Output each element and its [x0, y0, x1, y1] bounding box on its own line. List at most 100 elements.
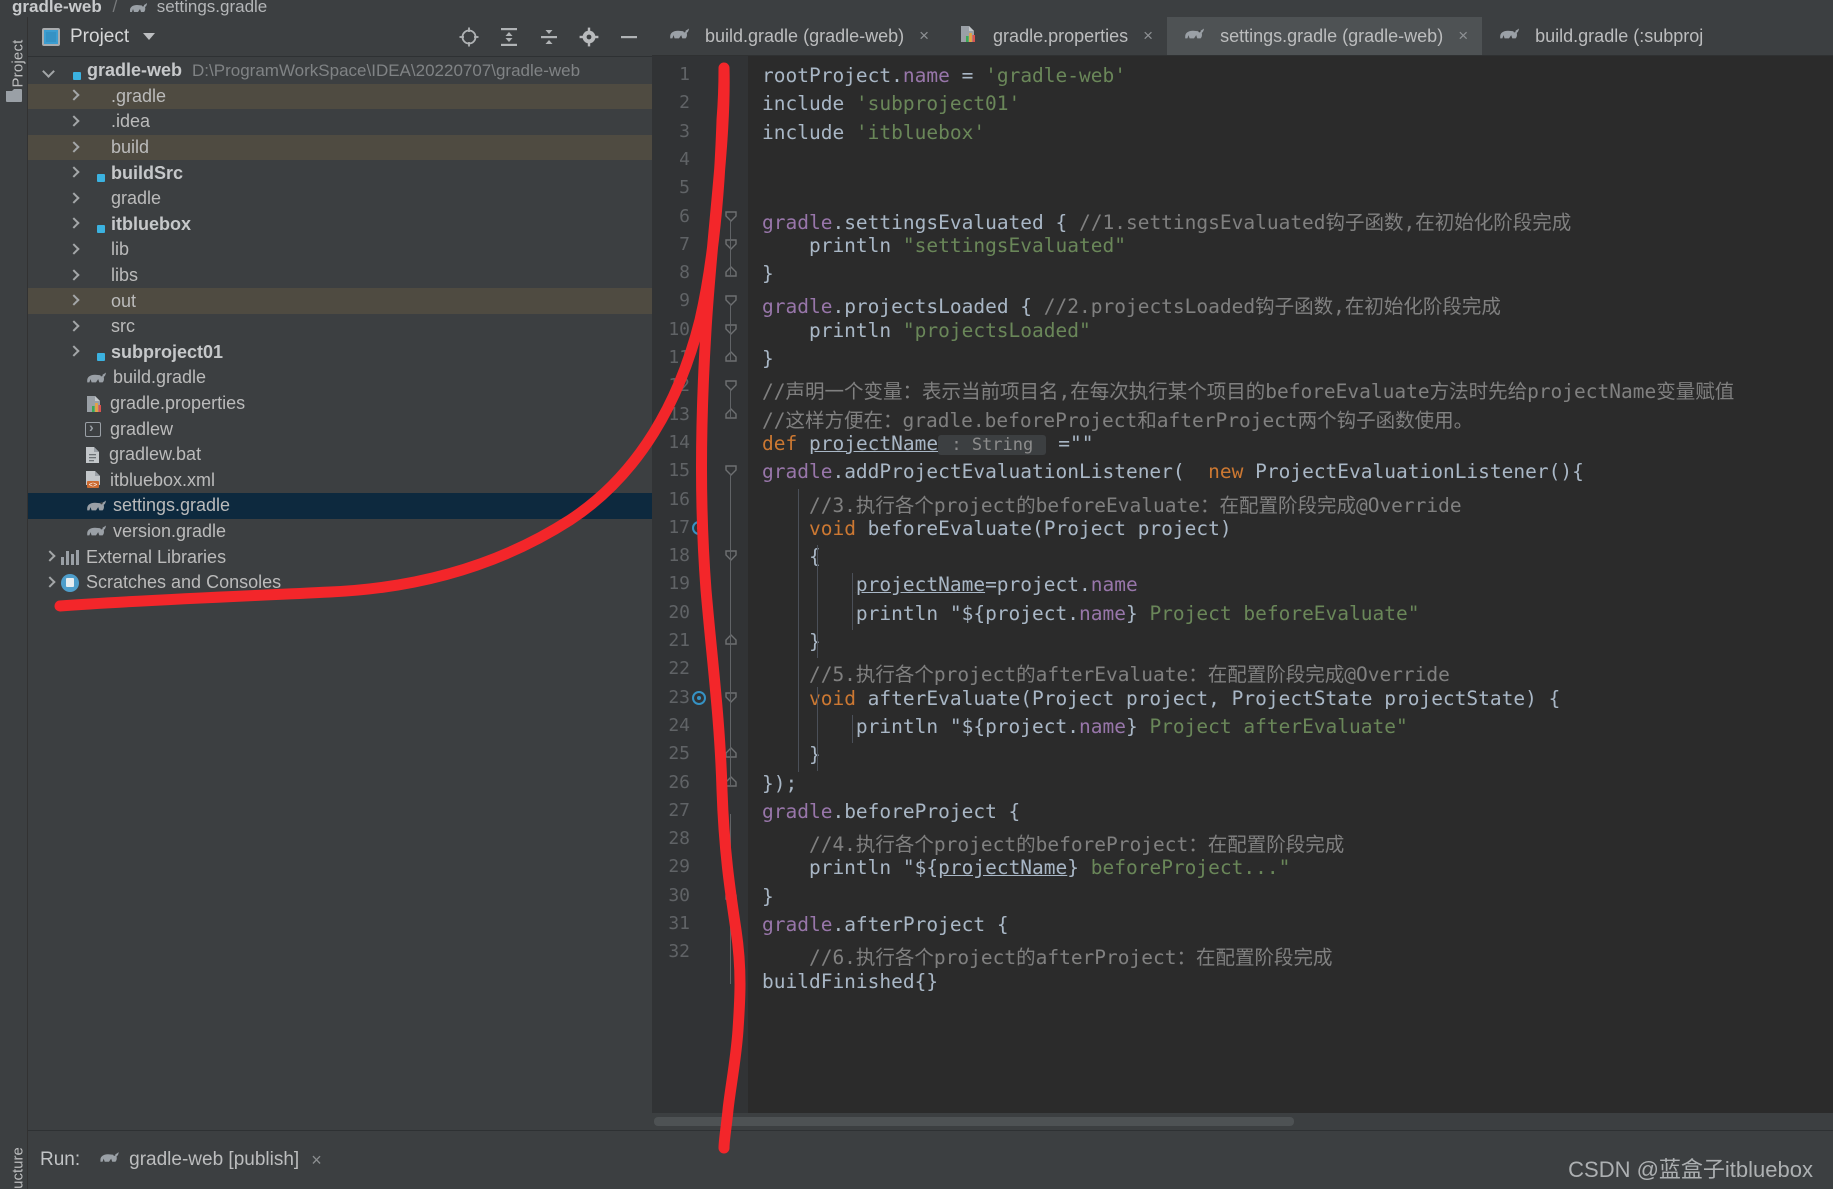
tool-button-structure[interactable]: ructure — [10, 1131, 27, 1189]
tree-item-label: libs — [111, 265, 139, 286]
fold-marker[interactable] — [724, 209, 738, 223]
tree-item-src[interactable]: src — [28, 314, 652, 340]
tree-item-settings-gradle[interactable]: settings.gradle — [28, 493, 652, 519]
code-token: Project beforeEvaluate" — [1137, 601, 1420, 625]
code-line: gradle.addProjectEvaluationListener( new… — [762, 460, 1584, 483]
tree-item-buildsrc[interactable]: buildSrc — [28, 160, 652, 186]
folder-icon[interactable] — [6, 89, 22, 102]
fold-marker[interactable] — [724, 888, 738, 902]
ide-window: gradle-web / settings.gradle Project ruc… — [0, 0, 1833, 1189]
chevron-right-icon[interactable] — [66, 320, 80, 334]
tree-item-subproject01[interactable]: subproject01 — [28, 340, 652, 366]
fold-marker[interactable] — [724, 690, 738, 704]
tree-item-out[interactable]: out — [28, 288, 652, 314]
tree-item-label: out — [111, 290, 137, 311]
code-token: //声明一个变量：表示当前项目名,在每次执行某个项目的beforeEvaluat… — [762, 380, 1735, 404]
run-gutter-icon[interactable] — [692, 690, 706, 705]
chevron-right-icon[interactable] — [42, 550, 56, 564]
tree-item-version-gradle[interactable]: version.gradle — [28, 519, 652, 545]
tree-item-build-gradle[interactable]: build.gradle — [28, 365, 652, 391]
tree-item-label: .gradle — [111, 85, 167, 106]
fold-marker[interactable] — [724, 237, 738, 251]
editor-tab[interactable]: gradle.properties × — [943, 17, 1167, 55]
fold-marker[interactable] — [724, 746, 738, 760]
run-gutter-icon[interactable] — [692, 520, 706, 535]
tool-button-project[interactable]: Project — [10, 29, 27, 99]
tree-item-gradle-web[interactable]: gradle-web D:\ProgramWorkSpace\IDEA\20220… — [28, 58, 652, 84]
close-icon[interactable]: × — [919, 26, 929, 46]
close-icon[interactable]: × — [1143, 26, 1153, 46]
line-number: 16 — [668, 488, 690, 510]
code-line: rootProject.name = 'gradle-web' — [762, 64, 1126, 87]
chevron-right-icon[interactable] — [66, 89, 80, 103]
chevron-right-icon[interactable] — [42, 576, 56, 590]
expand-all-icon[interactable] — [498, 26, 520, 48]
tree-item-gradle[interactable]: .gradle — [28, 83, 652, 110]
run-configuration-name[interactable]: gradle-web [publish] — [129, 1149, 299, 1171]
breadcrumb-root[interactable]: gradle-web — [12, 0, 102, 16]
locate-icon[interactable] — [458, 26, 480, 48]
tree-item-scratches-and-consoles[interactable]: Scratches and Consoles — [28, 570, 652, 596]
fold-marker[interactable] — [724, 293, 738, 307]
chevron-right-icon[interactable] — [66, 217, 80, 231]
code-line: gradle.projectsLoaded { //2.projectsLoad… — [762, 290, 1501, 319]
fold-marker[interactable] — [724, 775, 738, 789]
chevron-right-icon[interactable] — [66, 166, 80, 180]
chevron-right-icon[interactable] — [66, 294, 80, 308]
chevron-right-icon[interactable] — [66, 115, 80, 129]
chevron-down-icon[interactable] — [42, 64, 56, 78]
line-number: 7 — [679, 233, 690, 255]
gear-icon[interactable] — [578, 26, 600, 48]
tree-item-gradle-properties[interactable]: gradle.properties — [28, 391, 652, 417]
chevron-right-icon[interactable] — [66, 269, 80, 283]
svg-text:<>: <> — [89, 482, 97, 489]
chevron-right-icon[interactable] — [66, 243, 80, 257]
close-icon[interactable]: × — [1458, 26, 1468, 46]
code-editor[interactable]: rootProject.name = 'gradle-web' include '… — [748, 56, 1833, 1130]
tree-item-libs[interactable]: libs — [28, 263, 652, 289]
fold-marker[interactable] — [724, 407, 738, 421]
project-tree[interactable]: gradle-web D:\ProgramWorkSpace\IDEA\20220… — [28, 58, 652, 1130]
horizontal-scrollbar[interactable] — [652, 1113, 1833, 1130]
collapse-all-icon[interactable] — [538, 26, 560, 48]
code-line: //6.执行各个project的afterProject：在配置阶段完成 — [762, 941, 1333, 970]
fold-marker[interactable] — [724, 350, 738, 364]
fold-marker[interactable] — [724, 463, 738, 477]
minimize-icon[interactable] — [618, 26, 640, 48]
indent-guide — [852, 714, 853, 744]
close-icon[interactable]: × — [311, 1150, 322, 1171]
code-token: 'gradle-web' — [985, 64, 1126, 87]
tree-item-gradle[interactable]: gradle — [28, 186, 652, 212]
chevron-right-icon[interactable] — [66, 192, 80, 206]
fold-marker[interactable] — [724, 265, 738, 279]
line-number: 21 — [668, 630, 690, 651]
editor-tab[interactable]: build.gradle (gradle-web) × — [652, 17, 943, 55]
tree-item-build[interactable]: build — [28, 134, 652, 161]
fold-marker[interactable] — [724, 633, 738, 647]
chevron-down-icon[interactable] — [143, 33, 156, 40]
folder-grey-icon — [85, 268, 104, 284]
code-line: include 'itbluebox' — [762, 121, 985, 144]
breadcrumb-file[interactable]: settings.gradle — [157, 0, 268, 16]
fold-marker[interactable] — [724, 322, 738, 336]
scrollbar-thumb[interactable] — [654, 1117, 1294, 1126]
code-line: //4.执行各个project的beforeProject：在配置阶段完成 — [762, 828, 1344, 857]
tree-item-idea[interactable]: .idea — [28, 109, 652, 135]
tree-item-lib[interactable]: lib — [28, 237, 652, 263]
editor-gutter[interactable]: 1 2 3 4 5 6 7 8 9 10 11 12 13 14 15 16 17 18 19 20 21 22 23 24 2… — [652, 56, 748, 1130]
editor-tab-bar[interactable]: build.gradle (gradle-web) × gradle.propert… — [652, 17, 1833, 56]
fold-marker[interactable] — [724, 378, 738, 392]
tree-item-itbluebox[interactable]: itbluebox — [28, 212, 652, 238]
editor-tab[interactable]: build.gradle (:subproj — [1482, 17, 1717, 55]
tree-item-itbluebox-xml[interactable]: <> itbluebox.xml — [28, 468, 652, 494]
fold-marker[interactable] — [724, 548, 738, 562]
code-token: .afterProject { — [832, 913, 1009, 936]
chevron-right-icon[interactable] — [66, 141, 80, 155]
chevron-right-icon[interactable] — [66, 345, 80, 359]
tree-item-gradlew[interactable]: gradlew — [28, 416, 652, 442]
editor-tab[interactable]: settings.gradle (gradle-web) × — [1167, 17, 1483, 55]
tree-item-external-libraries[interactable]: External Libraries — [28, 544, 652, 570]
code-line: gradle.settingsEvaluated { //1.settingsE… — [762, 206, 1571, 235]
tree-item-gradlew-bat[interactable]: gradlew.bat — [28, 442, 652, 468]
